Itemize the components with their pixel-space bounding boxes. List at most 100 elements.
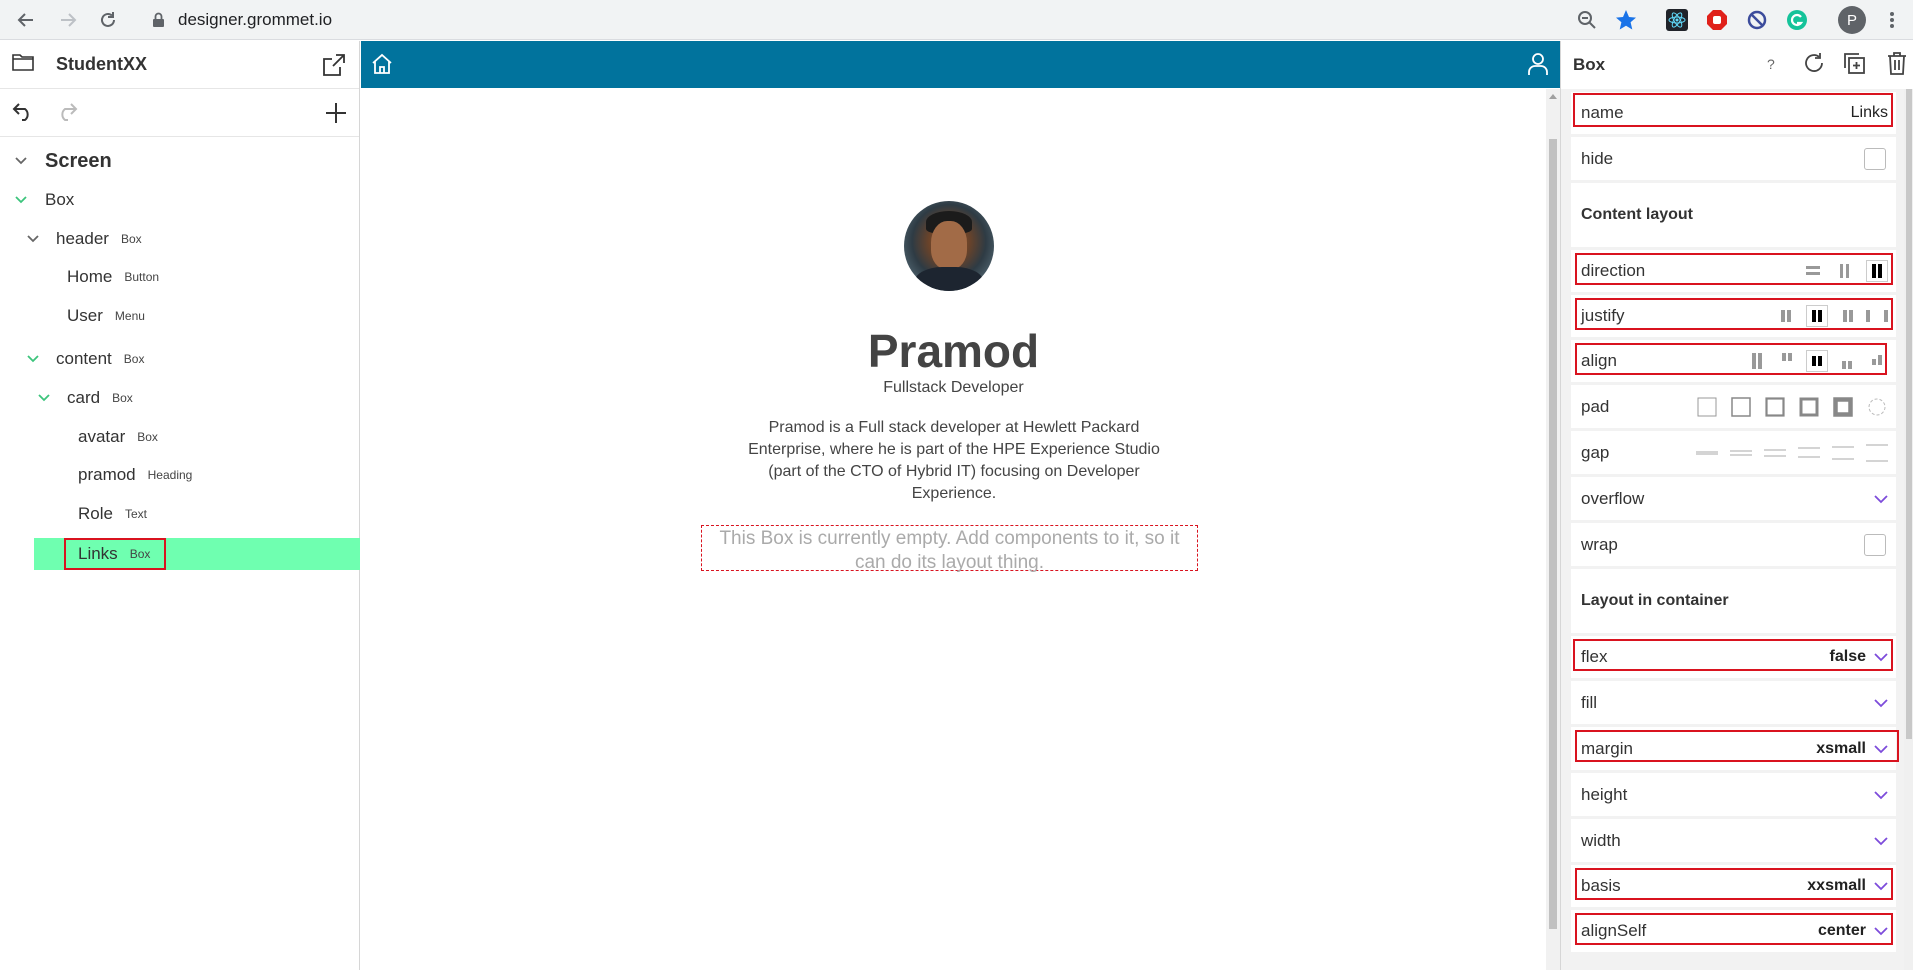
direction-row-responsive-icon[interactable] (1866, 260, 1888, 282)
home-icon[interactable] (371, 53, 393, 80)
prop-name-value[interactable]: Links (1851, 104, 1888, 122)
prop-width[interactable]: width (1571, 819, 1896, 862)
chevron-down-icon[interactable] (26, 352, 40, 366)
prop-margin[interactable]: margin xsmall (1571, 727, 1896, 770)
bookmark-star-icon[interactable] (1614, 8, 1638, 32)
margin-value[interactable]: xsmall (1816, 740, 1866, 758)
empty-links-box[interactable]: This Box is currently empty. Add compone… (701, 525, 1198, 573)
pad-xsmall-icon[interactable] (1730, 396, 1752, 418)
prop-fill[interactable]: fill (1571, 681, 1896, 724)
chevron-down-icon[interactable] (1874, 698, 1888, 708)
prop-justify[interactable]: justify (1571, 295, 1896, 337)
align-start-icon[interactable] (1776, 350, 1798, 372)
justify-center-icon[interactable] (1806, 305, 1828, 327)
tree-item-card[interactable]: card Box (0, 382, 360, 414)
tree-item-links[interactable]: Links Box (34, 538, 360, 570)
chevron-down-icon[interactable] (37, 391, 51, 405)
prop-align[interactable]: align (1571, 340, 1896, 382)
gap-large-icon[interactable] (1832, 442, 1854, 464)
zoom-icon[interactable] (1575, 8, 1599, 32)
address-bar[interactable]: designer.grommet.io (140, 4, 1660, 36)
tree-item-box[interactable]: Box (0, 184, 360, 216)
chevron-down-icon[interactable] (1874, 881, 1888, 891)
gap-xlarge-icon[interactable] (1866, 442, 1888, 464)
share-icon[interactable] (322, 53, 346, 82)
prop-gap[interactable]: gap (1571, 431, 1896, 474)
justify-start-icon[interactable] (1776, 305, 1798, 327)
react-devtools-icon[interactable] (1665, 8, 1689, 32)
chevron-down-icon[interactable] (1874, 790, 1888, 800)
tree-item-user[interactable]: User Menu (0, 300, 360, 332)
tree-item-pramod[interactable]: pramod Heading (0, 459, 360, 491)
chevron-down-icon[interactable] (1874, 744, 1888, 754)
chevron-down-icon[interactable] (1874, 926, 1888, 936)
block-icon[interactable] (1745, 8, 1769, 32)
scroll-thumb[interactable] (1549, 139, 1557, 929)
chevron-down-icon[interactable] (1874, 652, 1888, 662)
justify-between-icon[interactable] (1866, 305, 1888, 327)
prop-basis[interactable]: basis xxsmall (1571, 865, 1896, 907)
pad-medium-icon[interactable] (1798, 396, 1820, 418)
chevron-down-icon[interactable] (1874, 836, 1888, 846)
profile-avatar[interactable]: P (1838, 6, 1866, 34)
help-icon[interactable]: ? (1767, 56, 1775, 72)
grammarly-icon[interactable] (1785, 8, 1809, 32)
pad-none-icon[interactable] (1696, 396, 1718, 418)
prop-flex[interactable]: flex false (1571, 636, 1896, 678)
duplicate-icon[interactable] (1842, 51, 1866, 80)
back-icon[interactable] (12, 6, 40, 34)
flex-value[interactable]: false (1830, 648, 1866, 666)
direction-row-icon[interactable] (1834, 260, 1856, 282)
gap-none-icon[interactable] (1696, 442, 1718, 464)
gap-xsmall-icon[interactable] (1730, 442, 1752, 464)
prop-wrap[interactable]: wrap (1571, 523, 1896, 566)
align-end-icon[interactable] (1836, 350, 1858, 372)
forward-icon[interactable] (54, 6, 82, 34)
chevron-down-icon[interactable] (1874, 494, 1888, 504)
chevron-down-icon[interactable] (14, 193, 28, 207)
justify-end-icon[interactable] (1836, 305, 1858, 327)
wrap-checkbox[interactable] (1864, 533, 1886, 556)
tree-item-content[interactable]: content Box (0, 343, 360, 375)
scroll-up-icon[interactable] (1549, 93, 1557, 99)
reload-icon[interactable] (94, 6, 122, 34)
add-icon[interactable] (325, 102, 347, 129)
scroll-thumb[interactable] (1906, 89, 1912, 739)
prop-name[interactable]: name Links (1571, 92, 1896, 134)
properties-scrollbar[interactable] (1904, 89, 1913, 970)
chevron-down-icon[interactable] (14, 154, 28, 168)
direction-column-icon[interactable] (1802, 260, 1824, 282)
chevron-down-icon[interactable] (26, 232, 40, 246)
prop-overflow[interactable]: overflow (1571, 477, 1896, 520)
tree-item-avatar[interactable]: avatar Box (0, 421, 360, 453)
reset-icon[interactable] (1803, 52, 1825, 79)
adblock-icon[interactable] (1705, 8, 1729, 32)
hide-checkbox[interactable] (1864, 147, 1886, 170)
more-menu-icon[interactable] (1880, 8, 1904, 32)
user-icon[interactable] (1527, 52, 1549, 81)
tree-item-role[interactable]: Role Text (0, 498, 360, 530)
gap-small-icon[interactable] (1764, 442, 1786, 464)
undo-icon[interactable] (12, 103, 34, 126)
pad-xlarge-icon[interactable] (1866, 396, 1888, 418)
tree-item-home[interactable]: Home Button (0, 261, 360, 293)
align-baseline-icon[interactable] (1866, 350, 1888, 372)
pad-large-icon[interactable] (1832, 396, 1854, 418)
tree-item-header[interactable]: header Box (0, 223, 360, 255)
align-stretch-icon[interactable] (1746, 350, 1768, 372)
prop-pad[interactable]: pad (1571, 385, 1896, 428)
basis-value[interactable]: xxsmall (1807, 877, 1866, 895)
gap-medium-icon[interactable] (1798, 442, 1820, 464)
canvas-scrollbar[interactable] (1546, 89, 1560, 970)
prop-height[interactable]: height (1571, 773, 1896, 816)
alignself-value[interactable]: center (1818, 922, 1866, 940)
prop-direction[interactable]: direction (1571, 250, 1896, 292)
tree-item-screen[interactable]: Screen (0, 145, 360, 177)
align-center-icon[interactable] (1806, 350, 1828, 372)
delete-icon[interactable] (1887, 51, 1907, 80)
folder-icon[interactable] (12, 52, 34, 77)
pad-small-icon[interactable] (1764, 396, 1786, 418)
prop-hide[interactable]: hide (1571, 137, 1896, 180)
redo-icon[interactable] (56, 103, 78, 126)
prop-alignself[interactable]: alignSelf center (1571, 910, 1896, 952)
